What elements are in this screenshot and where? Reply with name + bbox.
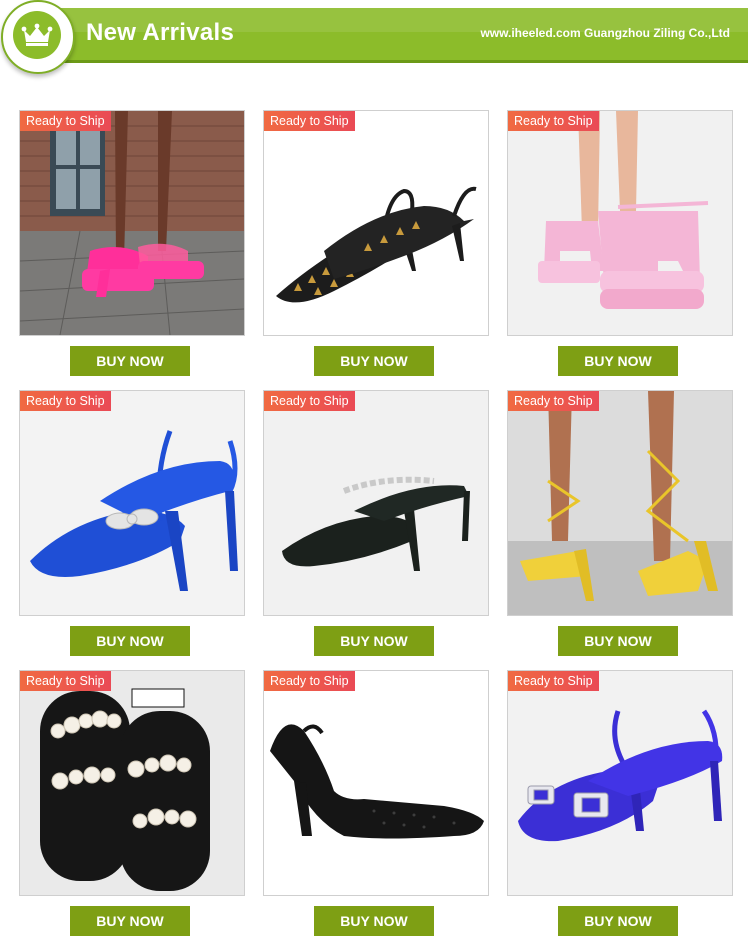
buy-now-button[interactable]: BUY NOW [70,346,190,376]
buy-now-button[interactable]: BUY NOW [314,906,434,936]
product-card[interactable]: Ready to Ship BUY NOW [263,110,489,376]
ready-to-ship-badge: Ready to Ship [508,111,599,131]
pink-platform-sandal-photo [508,111,732,335]
product-card[interactable]: Ready to Ship BUY NOW [263,670,489,936]
buy-now-button[interactable]: BUY NOW [558,906,678,936]
ready-to-ship-badge: Ready to Ship [20,391,111,411]
ready-to-ship-badge: Ready to Ship [20,671,111,691]
product-card[interactable]: Ready to Ship BUY NOW [19,110,245,376]
product-image[interactable]: Ready to Ship [263,670,489,896]
ready-to-ship-badge: Ready to Ship [508,391,599,411]
buy-now-button[interactable]: BUY NOW [314,626,434,656]
ready-to-ship-badge: Ready to Ship [508,671,599,691]
pink-platform-mule-photo [20,111,244,335]
pearl-flat-slide-photo [20,671,244,895]
product-image[interactable]: Ready to Ship [263,110,489,336]
product-image[interactable]: Ready to Ship [263,390,489,616]
product-image[interactable]: Ready to Ship [19,670,245,896]
logo-badge [1,0,75,74]
site-info: www.iheeled.com Guangzhou Ziling Co.,Ltd [480,26,730,40]
buy-now-button[interactable]: BUY NOW [70,906,190,936]
product-image[interactable]: Ready to Ship [507,110,733,336]
product-card[interactable]: Ready to Ship BUY NOW [19,670,245,936]
product-card[interactable]: Ready to Ship BUY NOW [19,390,245,656]
ready-to-ship-badge: Ready to Ship [264,111,355,131]
product-image[interactable]: Ready to Ship [507,390,733,616]
header-banner: New Arrivals www.iheeled.com Guangzhou Z… [0,0,750,74]
black-studded-slingback-photo [264,111,488,335]
product-image[interactable]: Ready to Ship [19,390,245,616]
ready-to-ship-badge: Ready to Ship [264,671,355,691]
ready-to-ship-badge: Ready to Ship [264,391,355,411]
buy-now-button[interactable]: BUY NOW [70,626,190,656]
buy-now-button[interactable]: BUY NOW [558,346,678,376]
product-card[interactable]: Ready to Ship BUY NOW [263,390,489,656]
page-title: New Arrivals [86,19,235,46]
product-card[interactable]: Ready to Ship BUY NOW [507,670,733,936]
buy-now-button[interactable]: BUY NOW [558,626,678,656]
crown-icon [13,11,61,59]
product-card[interactable]: Ready to Ship BUY NOW [507,110,733,376]
yellow-lace-up-heel-photo [508,391,732,615]
purple-crystal-buckle-slingback-photo [508,671,732,895]
black-chain-mule-photo [264,391,488,615]
product-image[interactable]: Ready to Ship [19,110,245,336]
black-rhinestone-slingback-photo [264,671,488,895]
product-image[interactable]: Ready to Ship [507,670,733,896]
buy-now-button[interactable]: BUY NOW [314,346,434,376]
ready-to-ship-badge: Ready to Ship [20,111,111,131]
blue-bow-slingback-photo [20,391,244,615]
product-card[interactable]: Ready to Ship BUY NOW [507,390,733,656]
